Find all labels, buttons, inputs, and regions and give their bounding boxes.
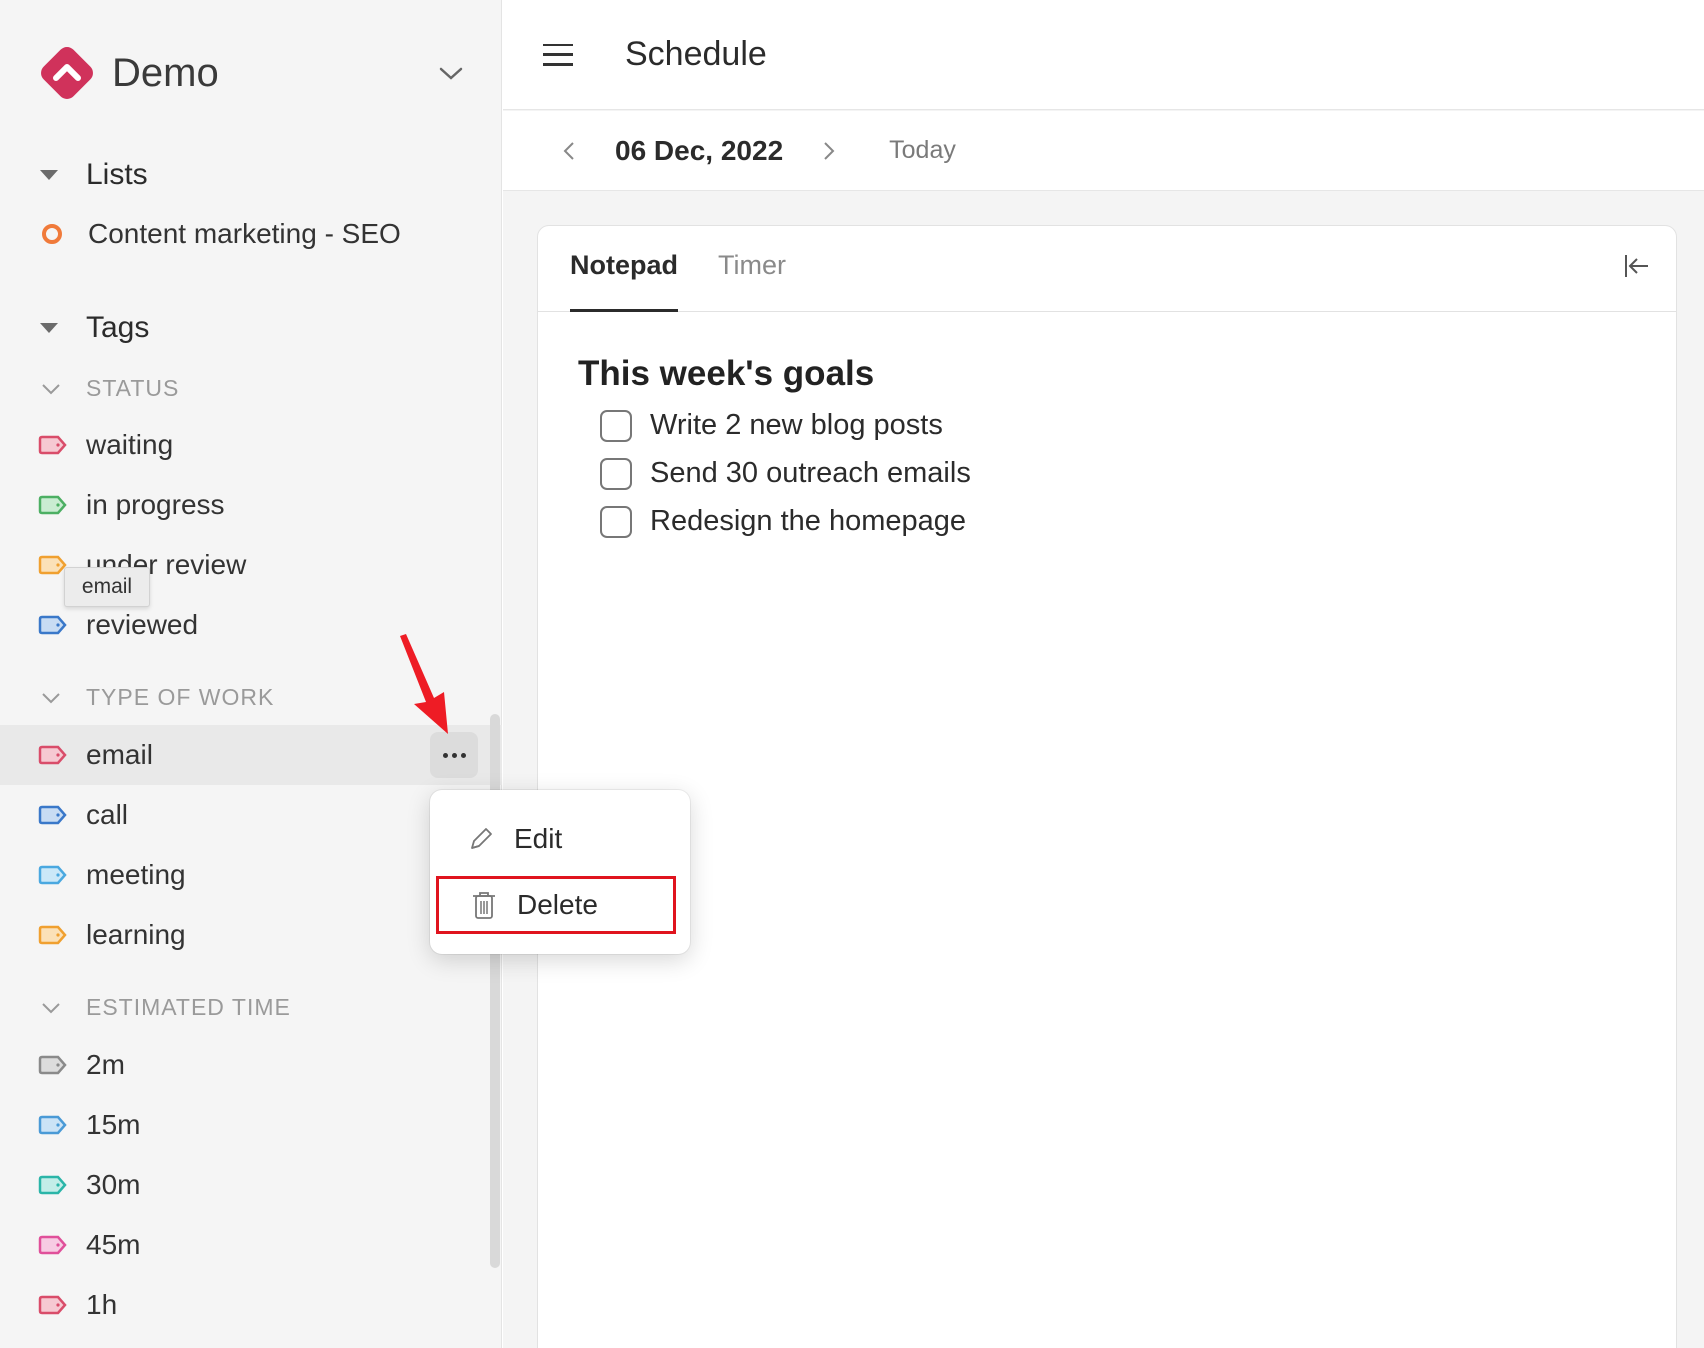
trash-icon bbox=[473, 892, 495, 919]
chevron-down-icon bbox=[42, 383, 60, 394]
page-title: Schedule bbox=[625, 35, 767, 73]
menu-item-delete[interactable]: Delete bbox=[436, 876, 676, 934]
list-ring-icon bbox=[42, 224, 62, 244]
tag-row-45m[interactable]: 45m bbox=[0, 1215, 502, 1275]
todo-item: Redesign the homepage bbox=[600, 505, 966, 538]
tag-label: 30m bbox=[86, 1169, 141, 1200]
tag-icon bbox=[38, 615, 67, 635]
tag-row-meeting[interactable]: meeting bbox=[0, 845, 502, 905]
notes-heading: This week's goals bbox=[578, 354, 875, 393]
tab-timer[interactable]: Timer bbox=[718, 250, 786, 312]
tag-group-label: ESTIMATED TIME bbox=[86, 994, 291, 1020]
tag-label: email bbox=[86, 739, 153, 770]
tag-row-waiting[interactable]: waiting bbox=[0, 415, 502, 475]
todo-checkbox[interactable] bbox=[600, 409, 632, 442]
annotation-arrow-icon bbox=[400, 634, 448, 734]
hamburger-line bbox=[543, 53, 573, 56]
tag-icon bbox=[38, 1055, 67, 1075]
tag-label: meeting bbox=[86, 859, 186, 890]
tag-row-30m[interactable]: 30m bbox=[0, 1155, 502, 1215]
hamburger-menu-icon[interactable] bbox=[543, 43, 573, 66]
hamburger-line bbox=[543, 43, 573, 46]
tags-section-header[interactable]: Tags bbox=[40, 311, 149, 345]
todo-label: Write 2 new blog posts bbox=[650, 409, 943, 441]
tag-group-estimated-time[interactable]: ESTIMATED TIME bbox=[40, 994, 291, 1021]
notepad-card: Notepad Timer This week's goals Write 2 … bbox=[537, 225, 1677, 1348]
chevron-left-icon[interactable] bbox=[559, 136, 579, 166]
caret-down-icon bbox=[40, 170, 58, 180]
chevron-down-icon bbox=[42, 692, 60, 703]
menu-item-edit[interactable]: Edit bbox=[436, 810, 676, 868]
collapse-panel-icon[interactable] bbox=[1622, 252, 1650, 280]
workspace-switcher[interactable]: Demo bbox=[34, 36, 474, 110]
pencil-icon bbox=[471, 828, 492, 849]
tag-icon bbox=[38, 1295, 67, 1315]
chevron-right-icon[interactable] bbox=[819, 136, 839, 166]
todo-checkbox[interactable] bbox=[600, 505, 632, 538]
tag-label: 45m bbox=[86, 1229, 141, 1260]
todo-label: Send 30 outreach emails bbox=[650, 457, 971, 489]
tag-group-label: STATUS bbox=[86, 375, 180, 401]
caret-down-icon bbox=[40, 323, 58, 333]
list-item-content-marketing[interactable]: Content marketing - SEO bbox=[40, 218, 401, 250]
tag-label: in progress bbox=[86, 489, 225, 520]
lists-section-label: Lists bbox=[86, 158, 148, 191]
date-bar: 06 Dec, 2022 Today bbox=[503, 111, 1704, 191]
dot bbox=[460, 752, 466, 758]
tag-icon bbox=[38, 805, 67, 825]
menu-item-label: Edit bbox=[514, 823, 563, 854]
dot bbox=[451, 752, 457, 758]
tag-row-call[interactable]: call bbox=[0, 785, 502, 845]
tag-label: call bbox=[86, 799, 129, 830]
tag-icon bbox=[38, 1115, 67, 1135]
tag-row-1h[interactable]: 1h bbox=[0, 1275, 502, 1335]
tag-icon bbox=[38, 865, 67, 885]
menu-item-label: Delete bbox=[517, 889, 598, 920]
tag-label: waiting bbox=[86, 429, 174, 460]
tag-label: 1h bbox=[86, 1289, 118, 1320]
tag-context-menu: Edit Delete bbox=[430, 790, 690, 954]
tag-icon bbox=[38, 1175, 67, 1195]
tag-icon bbox=[38, 1235, 67, 1255]
list-item-label: Content marketing - SEO bbox=[88, 218, 401, 249]
tag-row-in-progress[interactable]: in progress bbox=[0, 475, 502, 535]
tab-notepad[interactable]: Notepad bbox=[570, 250, 678, 312]
tag-icon bbox=[38, 925, 67, 945]
tags-section-label: Tags bbox=[86, 311, 150, 344]
hamburger-line bbox=[543, 63, 573, 66]
todo-checkbox[interactable] bbox=[600, 457, 632, 490]
main-area: Schedule 06 Dec, 2022 Today Notepad Time… bbox=[503, 0, 1704, 1348]
lists-section-header[interactable]: Lists bbox=[40, 158, 148, 192]
tag-row-2m[interactable]: 2m bbox=[0, 1035, 502, 1095]
tag-icon bbox=[38, 495, 67, 515]
chevron-down-icon[interactable] bbox=[436, 63, 466, 83]
tag-group-status[interactable]: STATUS bbox=[40, 375, 179, 402]
panel-tabs: Notepad Timer bbox=[538, 226, 1676, 312]
tag-group-type-of-work[interactable]: TYPE OF WORK bbox=[40, 684, 274, 711]
todo-item: Write 2 new blog posts bbox=[600, 409, 943, 442]
tag-icon bbox=[38, 435, 67, 455]
top-bar: Schedule bbox=[503, 0, 1704, 110]
workspace-logo-icon bbox=[34, 40, 100, 106]
tag-label: reviewed bbox=[86, 609, 199, 640]
tag-icon bbox=[38, 745, 67, 765]
today-button[interactable]: Today bbox=[889, 136, 956, 165]
dot bbox=[442, 752, 448, 758]
current-date: 06 Dec, 2022 bbox=[615, 134, 784, 166]
drag-tooltip: email bbox=[64, 567, 150, 607]
todo-label: Redesign the homepage bbox=[650, 505, 967, 537]
chevron-down-icon bbox=[42, 1002, 60, 1013]
todo-item: Send 30 outreach emails bbox=[600, 457, 971, 490]
tag-row-15m[interactable]: 15m bbox=[0, 1095, 502, 1155]
tag-label: 15m bbox=[86, 1109, 141, 1140]
workspace-name: Demo bbox=[112, 50, 219, 95]
tag-label: learning bbox=[86, 919, 186, 950]
tag-group-label: TYPE OF WORK bbox=[86, 684, 275, 710]
tag-label: 2m bbox=[86, 1049, 125, 1080]
tag-row-learning[interactable]: learning bbox=[0, 905, 502, 965]
